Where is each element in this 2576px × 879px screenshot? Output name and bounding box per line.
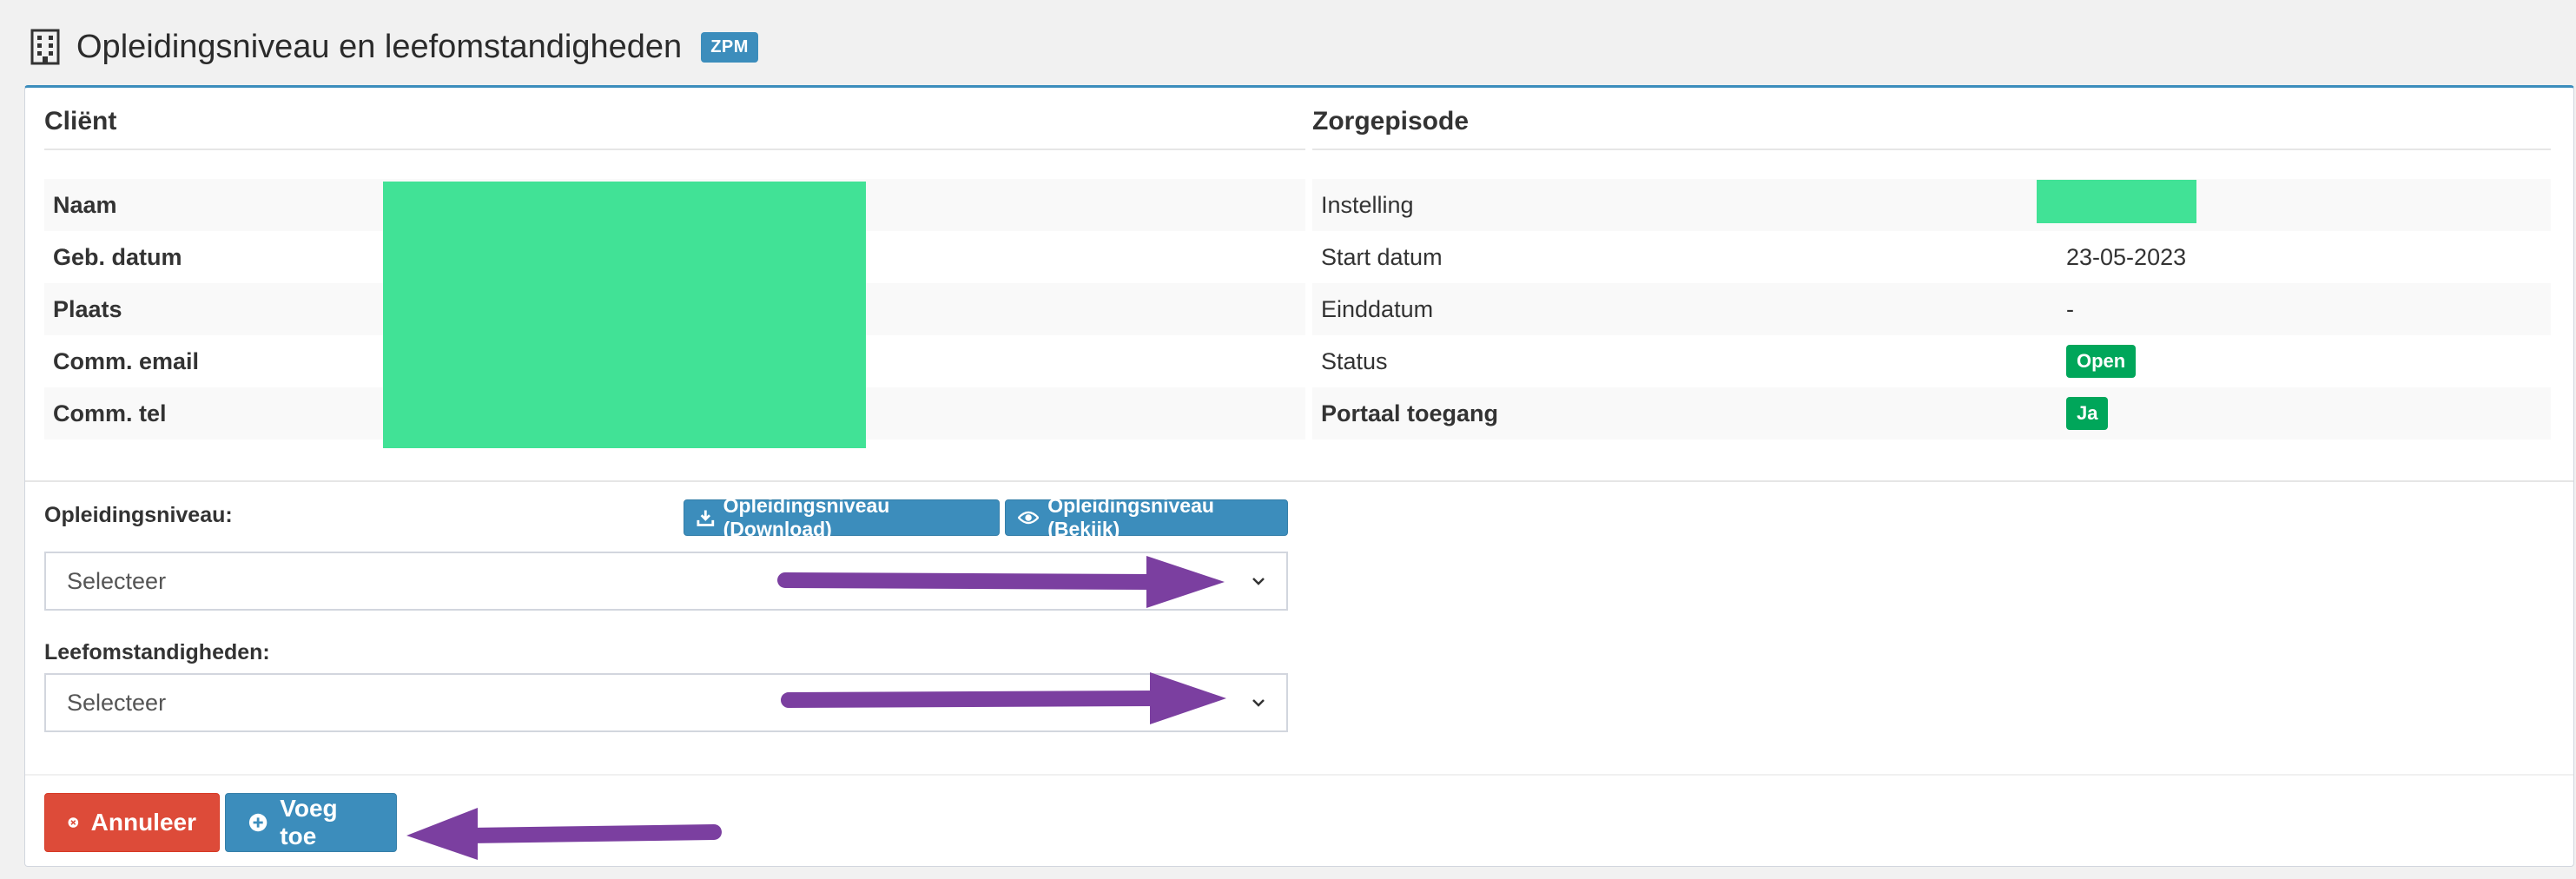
- view-education-button[interactable]: Opleidingsniveau (Bekijk): [1005, 494, 1288, 540]
- eye-icon: [1018, 511, 1040, 525]
- education-label: Opleidingsniveau:: [44, 503, 233, 527]
- close-circle-icon: [68, 817, 79, 828]
- table-row: Status Open: [1312, 335, 2551, 387]
- divider: [25, 480, 2573, 482]
- annotation-arrow-left: [406, 808, 722, 860]
- client-label-geb-datum: Geb. datum: [53, 243, 182, 270]
- episode-table: Instelling Start datum 23-05-2023 Einddat…: [1312, 179, 2551, 440]
- episode-label-start: Start datum: [1321, 243, 1443, 270]
- episode-label-instelling: Instelling: [1312, 179, 2044, 231]
- main-panel: Cliënt Naam Geb. datum Plaats Comm. emai…: [24, 85, 2574, 867]
- building-icon: [30, 29, 61, 65]
- episode-value-start: 23-05-2023: [2066, 243, 2187, 270]
- status-badge: Open: [2066, 345, 2137, 378]
- episode-label-portaal: Portaal toegang: [1312, 387, 2044, 440]
- view-education-label: Opleidingsniveau (Bekijk): [1047, 494, 1214, 540]
- episode-heading: Zorgepisode: [1312, 107, 2551, 150]
- table-row: Start datum 23-05-2023: [1312, 231, 2551, 283]
- zpm-badge: ZPM: [701, 31, 758, 63]
- table-row: Einddatum -: [1312, 283, 2551, 335]
- chevron-down-icon: [1252, 578, 1265, 585]
- add-button[interactable]: Voeg toe: [225, 793, 397, 852]
- table-row: Instelling: [1312, 179, 2551, 231]
- annotation-arrow-right: [781, 672, 1226, 724]
- portal-access-badge: Ja: [2066, 397, 2109, 430]
- page-header: Opleidingsniveau en leefomstandigheden Z…: [30, 24, 758, 69]
- client-label-plaats: Plaats: [44, 283, 383, 335]
- cancel-label: Annuleer: [90, 809, 196, 836]
- cancel-button[interactable]: Annuleer: [44, 793, 220, 852]
- redacted-client-details: [383, 182, 866, 448]
- download-education-label: Opleidingsniveau (Download): [723, 494, 890, 540]
- redacted-instelling: [2037, 180, 2196, 223]
- episode-label-eind: Einddatum: [1312, 283, 2044, 335]
- table-row: Portaal toegang Ja: [1312, 387, 2551, 440]
- education-select-value: Selecteer: [67, 567, 167, 594]
- client-label-email: Comm. email: [53, 347, 200, 374]
- download-icon: [697, 510, 715, 526]
- client-label-tel: Comm. tel: [44, 387, 383, 440]
- download-education-button[interactable]: Opleidingsniveau (Download): [684, 494, 1000, 540]
- add-label: Voeg toe: [280, 795, 338, 849]
- living-label: Leefomstandigheden:: [44, 640, 270, 664]
- episode-value-eind: -: [2044, 283, 2551, 335]
- divider: [25, 774, 2573, 776]
- client-label-naam: Naam: [44, 179, 383, 231]
- living-select-value: Selecteer: [67, 689, 167, 716]
- plus-circle-icon: [248, 813, 268, 832]
- client-heading: Cliënt: [44, 107, 1305, 150]
- episode-label-status: Status: [1321, 347, 1388, 374]
- page-title: Opleidingsniveau en leefomstandigheden: [76, 28, 683, 65]
- chevron-down-icon: [1252, 699, 1265, 707]
- annotation-arrow-right: [777, 556, 1225, 608]
